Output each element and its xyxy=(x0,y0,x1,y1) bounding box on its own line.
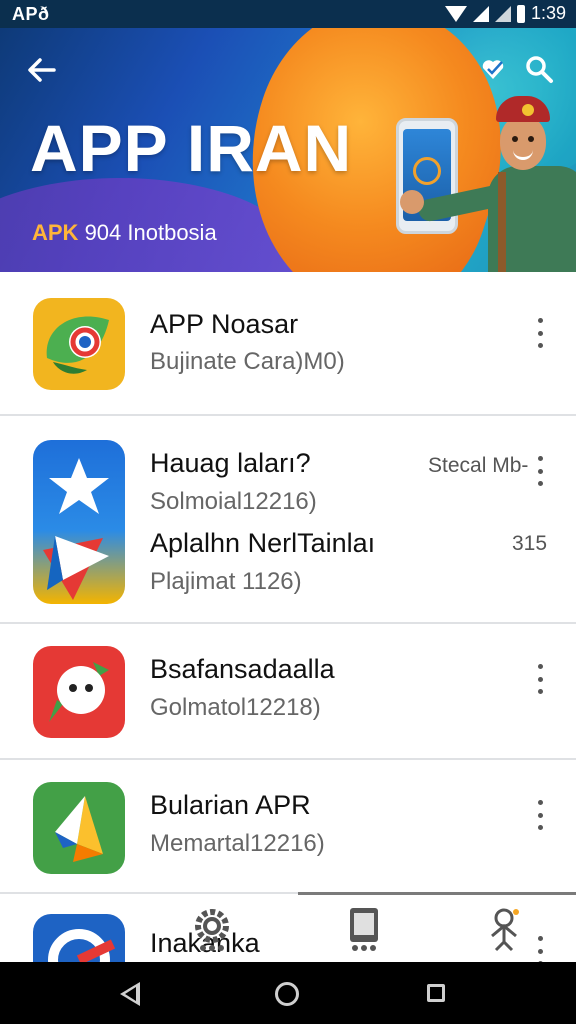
status-bar: APð 1:39 xyxy=(0,0,576,28)
search-icon[interactable] xyxy=(524,54,554,84)
app-title: Bularian APR xyxy=(150,790,311,820)
list-item[interactable]: Bsafansadaalla Golmatol12218) xyxy=(0,624,576,760)
device-icon[interactable] xyxy=(344,906,384,952)
banner-title: APP IRAN xyxy=(30,111,353,185)
app-title: Bsafansadaalla xyxy=(150,654,335,684)
app-meta: 315 xyxy=(512,532,548,555)
profile-icon[interactable] xyxy=(484,906,524,952)
app-icon xyxy=(33,440,125,604)
status-icons: 1:39 xyxy=(444,3,566,24)
list-item[interactable]: APP Noasar Bujinate Cara)M0) xyxy=(0,272,576,416)
app-subtitle: Plajimat 1126) xyxy=(150,568,302,595)
app-icon xyxy=(33,298,125,390)
app-icon xyxy=(33,646,125,738)
list-item[interactable]: Bularian APR Memartal12216) xyxy=(0,760,576,894)
nav-back-icon-inner xyxy=(125,987,136,1001)
app-subtitle: Solmoial12216) xyxy=(150,488,317,515)
more-options-icon[interactable] xyxy=(530,664,550,694)
app-subtitle: Golmatol12218) xyxy=(150,694,321,721)
signal-secondary-icon xyxy=(494,5,511,22)
app-subtitle: Bujinate Cara)M0) xyxy=(150,348,345,375)
banner-subtitle-brand: APK xyxy=(32,220,79,245)
battery-icon xyxy=(516,4,525,23)
status-left-label: APð xyxy=(12,4,50,24)
app-subtitle: Memartal12216) xyxy=(150,830,325,857)
banner-subtitle: APK 904 Inotbosia xyxy=(32,220,217,246)
more-options-icon[interactable] xyxy=(530,318,550,348)
favorite-icon[interactable] xyxy=(480,56,506,82)
app-title: APP Noasar xyxy=(150,309,299,339)
status-time: 1:39 xyxy=(530,3,566,23)
bottom-tab-bar xyxy=(0,892,576,962)
more-options-icon[interactable] xyxy=(530,456,550,486)
back-arrow-icon[interactable] xyxy=(24,52,60,88)
hero-banner: APP IRAN APK 904 Inotbosia xyxy=(0,28,576,272)
app-icon xyxy=(33,782,125,874)
nav-recents-icon[interactable] xyxy=(427,984,445,1002)
banner-subtitle-text: 904 Inotbosia xyxy=(78,220,217,245)
app-meta: Stecal Mb- xyxy=(428,454,529,477)
wifi-icon xyxy=(444,5,467,22)
app-title: Hauag laları? xyxy=(150,448,311,478)
list-item[interactable]: Hauag laları? Solmoial12216) Stecal Mb- … xyxy=(0,416,576,624)
signal-icon xyxy=(472,5,489,22)
settings-gear-icon[interactable] xyxy=(192,906,232,952)
nav-home-icon[interactable] xyxy=(275,982,299,1006)
bottom-bar-divider xyxy=(298,892,576,895)
app-title: Aplalhn NerlTainlaı xyxy=(150,528,376,558)
mascot-illustration xyxy=(400,92,576,272)
system-navigation-bar xyxy=(0,962,576,1024)
more-options-icon[interactable] xyxy=(530,800,550,830)
